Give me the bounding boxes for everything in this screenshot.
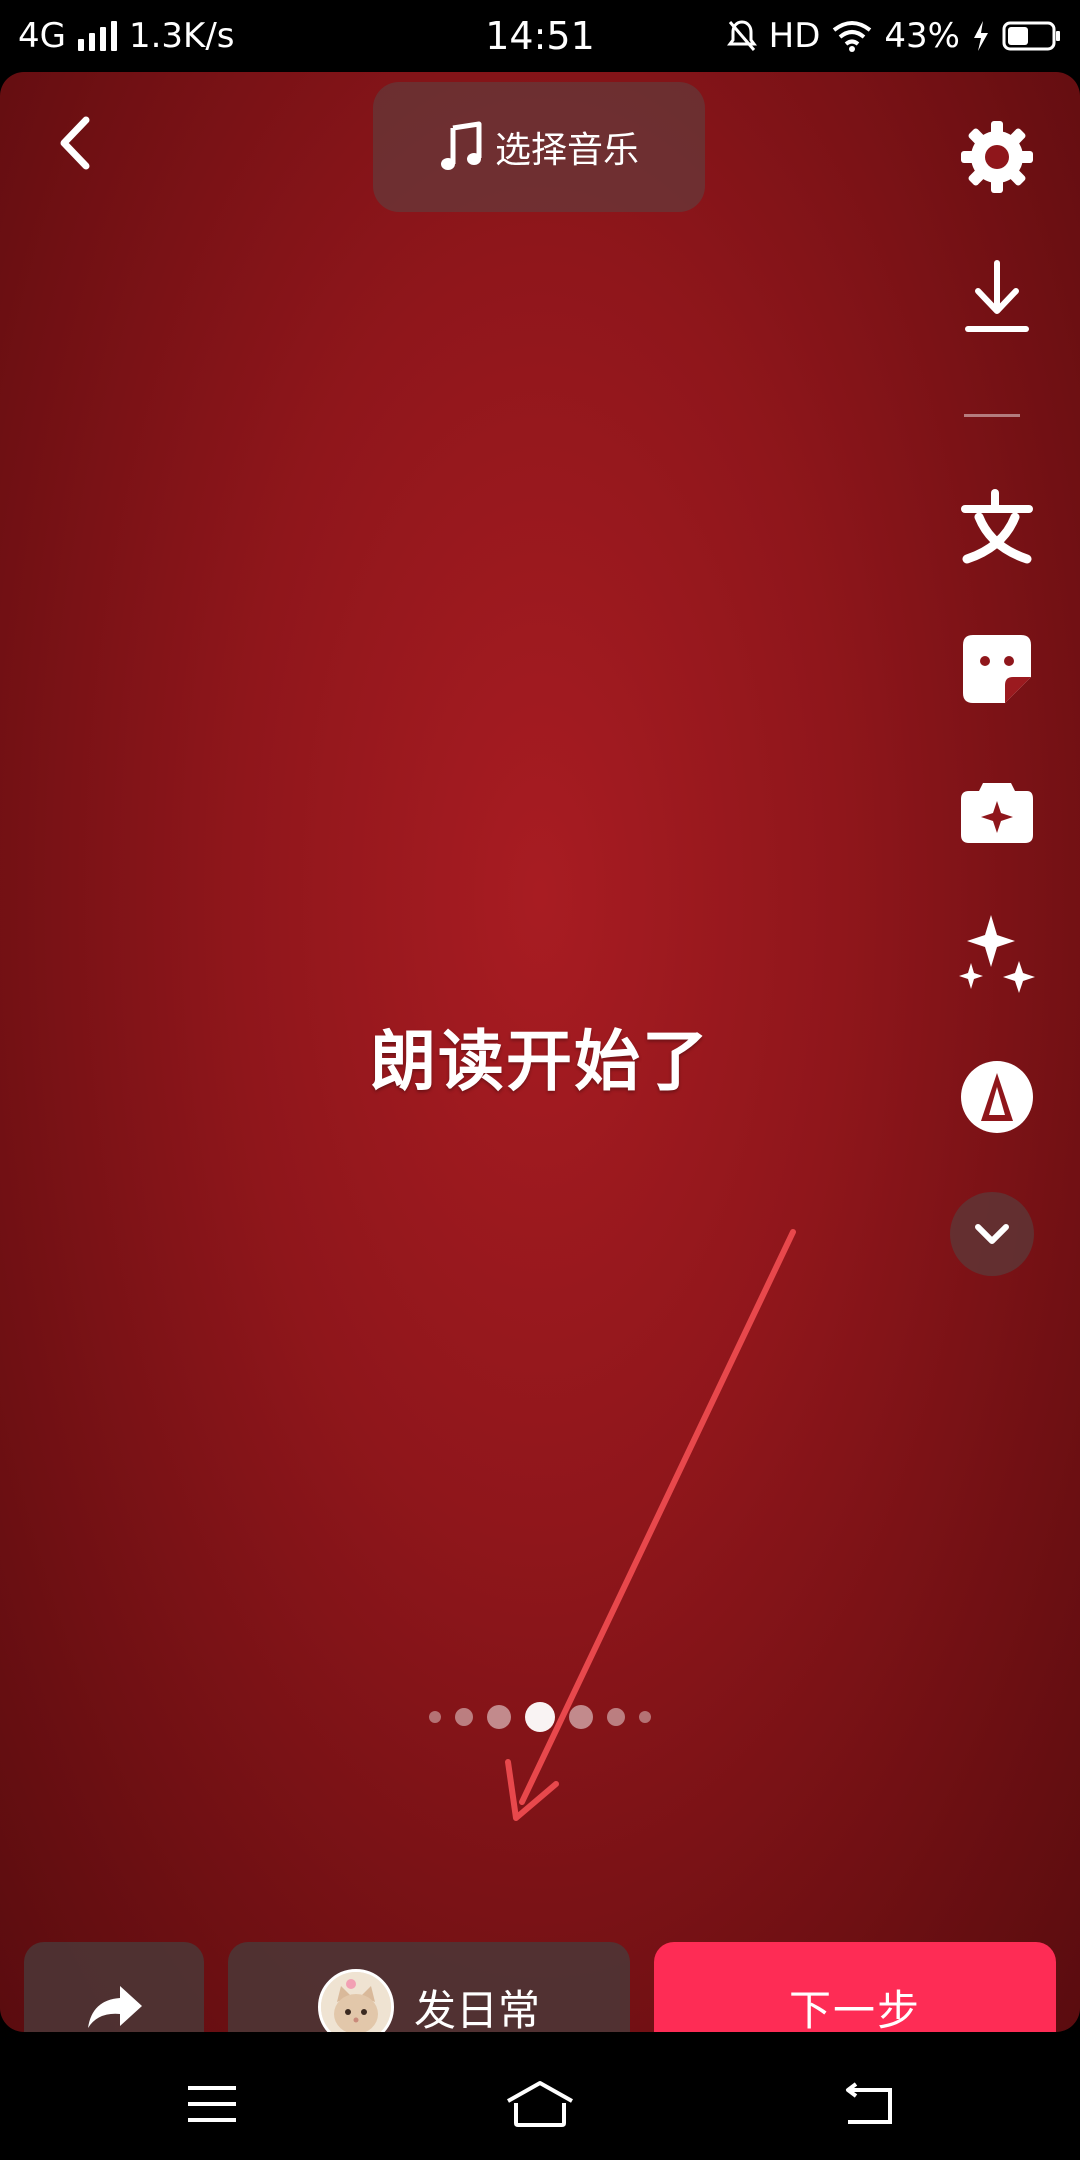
settings-icon [961, 121, 1033, 193]
text-icon [961, 489, 1033, 564]
battery-icon [1002, 21, 1060, 51]
next-step-label: 下一步 [788, 1985, 921, 2033]
home-icon [507, 2081, 573, 2127]
sparkles-icon [959, 915, 1035, 993]
page-dot [639, 1711, 651, 1723]
page-dot [429, 1711, 441, 1723]
page-dot [487, 1705, 511, 1729]
wifi-icon [833, 21, 872, 52]
page-dot [607, 1708, 625, 1726]
mute-bell-icon [726, 20, 757, 51]
page-dot-active [525, 1702, 555, 1732]
chevron-left-icon [60, 116, 90, 170]
toolbar-divider [964, 414, 1020, 417]
page-indicator [0, 1702, 1080, 1732]
cat-avatar-icon [320, 1972, 391, 2032]
enhance-button[interactable] [942, 908, 1052, 998]
download-icon [965, 260, 1029, 332]
status-left: 4G 1.3K/s [18, 16, 235, 56]
hd-badge: HD [768, 16, 821, 56]
signal-icon [77, 21, 117, 51]
expand-tools-button[interactable] [950, 1192, 1034, 1276]
menu-button[interactable] [172, 2074, 252, 2134]
charging-icon [974, 21, 988, 51]
back-icon [846, 2082, 892, 2124]
post-daily-label: 发日常 [413, 1985, 540, 2033]
network-speed: 1.3K/s [128, 16, 235, 56]
effects-button[interactable] [942, 766, 1052, 856]
post-daily-button[interactable]: 发日常 [228, 1942, 630, 2032]
network-type: 4G [18, 16, 66, 56]
select-music-button[interactable]: 选择音乐 [373, 82, 705, 212]
status-right: HD 43% [726, 16, 1062, 56]
avatar [317, 1969, 394, 2032]
sticker-button[interactable] [942, 624, 1052, 714]
editor-canvas[interactable]: 选择音乐 朗读开始了 发日常 下一步 [0, 72, 1080, 2032]
share-button[interactable] [24, 1942, 204, 2032]
chevron-down-icon [975, 1224, 1009, 1244]
caption-text[interactable]: 朗读开始了 [0, 1008, 1080, 1104]
clock: 14:51 [485, 14, 595, 58]
settings-button[interactable] [942, 112, 1052, 202]
bottom-action-row: 发日常 下一步 [0, 1942, 1080, 2032]
effects-icon [961, 783, 1033, 843]
share-arrow-icon [88, 1986, 142, 2028]
home-button[interactable] [500, 2074, 580, 2134]
page-dot [455, 1708, 473, 1726]
menu-icon [188, 2086, 236, 2122]
battery-percent: 43% [884, 16, 960, 56]
back-button[interactable] [48, 108, 108, 178]
select-music-label: 选择音乐 [494, 130, 639, 171]
music-note-icon [440, 121, 482, 170]
page-dot [569, 1705, 593, 1729]
back-nav-button[interactable] [828, 2074, 908, 2134]
sticker-icon [963, 635, 1031, 703]
system-nav-bar [0, 2032, 1080, 2160]
status-bar: 4G 1.3K/s 14:51 HD 43% [0, 0, 1080, 72]
next-step-button[interactable]: 下一步 [654, 1942, 1056, 2032]
text-button[interactable] [942, 482, 1052, 572]
download-button[interactable] [942, 252, 1052, 342]
